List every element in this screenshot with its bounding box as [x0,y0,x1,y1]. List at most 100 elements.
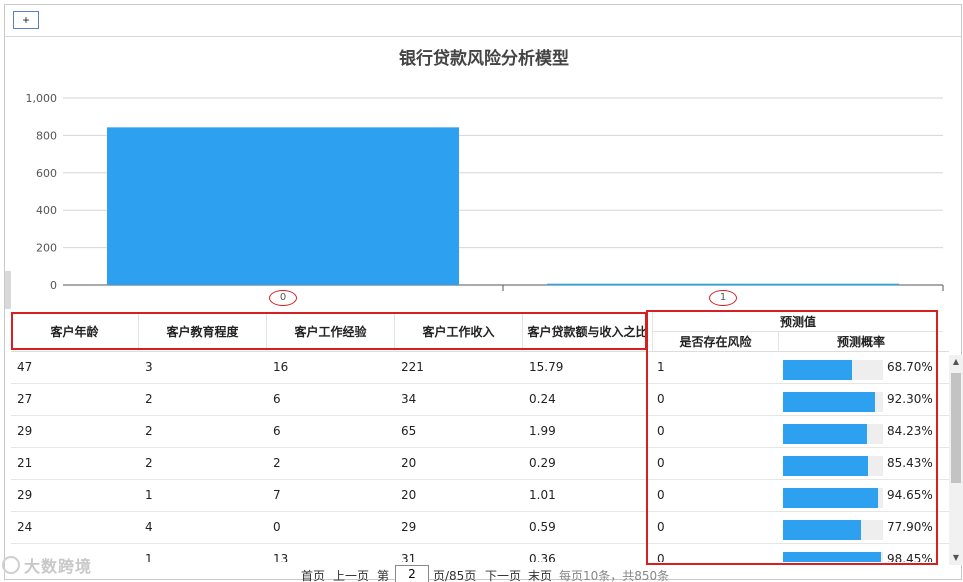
cell-income: 34 [401,392,417,406]
table-row[interactable]: 21 2 2 20 0.29 0 85.43% [11,448,949,480]
cell-loan-ratio: 0.59 [529,520,556,534]
column-header-income[interactable]: 客户工作收入 [395,312,523,352]
y-tick-label: 800 [36,129,57,142]
prev-page-link[interactable]: 上一页 [333,567,369,582]
watermark: 大数跨境 [24,557,93,576]
cell-education: 1 [145,488,153,502]
column-header-loan-ratio[interactable]: 客户贷款额与收入之比 [523,312,653,352]
cell-education: 2 [145,392,153,406]
cell-loan-ratio: 0.36 [529,552,556,562]
cell-probability: 77.90% [887,520,933,534]
cell-work-experience: 6 [273,392,281,406]
cell-risk: 0 [657,392,665,406]
cell-probability: 94.65% [887,488,933,502]
cell-probability: 85.43% [887,456,933,470]
column-header-work-experience[interactable]: 客户工作经验 [267,312,395,352]
chart-title: 银行贷款风险分析模型 [399,49,569,69]
probability-bar [783,424,883,444]
bar-category-1 [547,283,899,286]
table-body: 47 3 16 221 15.79 1 68.70% 27 2 6 34 0.24 0 92.30% 29 2… [11,352,949,562]
probability-bar [783,392,883,412]
cell-age: 27 [17,392,33,406]
cell-income: 65 [401,424,417,438]
cell-education: 4 [145,520,153,534]
scroll-thumb[interactable] [951,373,961,483]
cell-work-experience: 0 [273,520,281,534]
cell-loan-ratio: 1.01 [529,488,556,502]
table-row[interactable]: 1 13 31 0.36 0 98.45% [11,544,949,562]
cell-risk: 0 [657,488,665,502]
report-frame: + 0 200 400 600 800 1,000 银行贷款风险分析模型 客户年龄 客户教… [4,4,963,582]
cell-work-experience: 16 [273,360,289,374]
column-group-prediction: 预测值 [653,312,943,332]
table-row[interactable]: 24 4 0 29 0.59 0 77.90% [11,512,949,544]
probability-bar-fill [783,360,852,380]
first-page-link[interactable]: 首页 [301,567,325,582]
cell-loan-ratio: 0.29 [529,456,556,470]
cell-probability: 98.45% [887,552,933,562]
probability-bar-fill [783,552,882,562]
cell-risk: 0 [657,520,665,534]
cell-income: 221 [401,360,424,374]
cell-probability: 92.30% [887,392,933,406]
probability-bar-fill [783,520,861,540]
pagination: 首页 上一页 第 页/85页 下一页 末页 每页10条，共850条 [5,563,963,582]
last-page-link[interactable]: 末页 [528,567,552,582]
toolbar: + [5,5,961,37]
bar-category-0 [107,127,459,285]
category-label-1: 1 [709,290,737,306]
y-tick-label: 400 [36,204,57,217]
scroll-up-arrow-icon[interactable]: ▲ [949,355,963,369]
column-header-education[interactable]: 客户教育程度 [139,312,267,352]
cell-age: 29 [17,424,33,438]
cell-age: 47 [17,360,33,374]
cell-education: 3 [145,360,153,374]
cell-work-experience: 6 [273,424,281,438]
cell-work-experience: 7 [273,488,281,502]
cell-income: 31 [401,552,417,562]
probability-bar-fill [783,456,869,476]
y-tick-label: 0 [50,279,57,292]
page-prefix: 第 [377,569,390,582]
cell-work-experience: 2 [273,456,281,470]
y-tick-label: 200 [36,242,57,255]
probability-bar [783,488,883,508]
cell-probability: 84.23% [887,424,933,438]
probability-bar-fill [783,392,876,412]
y-tick-label: 1,000 [26,92,58,105]
table-row[interactable]: 27 2 6 34 0.24 0 92.30% [11,384,949,416]
add-button[interactable]: + [13,11,39,29]
cell-loan-ratio: 1.99 [529,424,556,438]
cell-income: 20 [401,456,417,470]
cell-loan-ratio: 0.24 [529,392,556,406]
splitter-handle[interactable] [5,271,11,309]
page-total: 页/85页 [433,569,477,582]
column-header-risk[interactable]: 是否存在风险 [653,332,779,352]
cell-work-experience: 13 [273,552,289,562]
cell-risk: 0 [657,456,665,470]
bar-chart: 0 200 400 600 800 1,000 银行贷款风险分析模型 [5,38,963,310]
cell-education: 2 [145,424,153,438]
cell-education: 1 [145,552,153,562]
cell-education: 2 [145,456,153,470]
column-header-age[interactable]: 客户年龄 [11,312,139,352]
cell-age: 21 [17,456,33,470]
table-scrollbar[interactable]: ▲ ▼ [949,355,963,565]
cell-risk: 0 [657,424,665,438]
cell-age: 29 [17,488,33,502]
cell-probability: 68.70% [887,360,933,374]
cell-loan-ratio: 15.79 [529,360,564,374]
table-header: 客户年龄 客户教育程度 客户工作经验 客户工作收入 客户贷款额与收入之比 预测值… [11,312,949,352]
prediction-table: 客户年龄 客户教育程度 客户工作经验 客户工作收入 客户贷款额与收入之比 预测值… [11,312,949,562]
category-label-0: 0 [269,290,297,306]
table-row[interactable]: 29 1 7 20 1.01 0 94.65% [11,480,949,512]
page-number-input[interactable] [395,565,429,582]
table-row[interactable]: 29 2 6 65 1.99 0 84.23% [11,416,949,448]
column-header-probability[interactable]: 预测概率 [779,332,943,352]
probability-bar-fill [783,424,868,444]
cell-income: 20 [401,488,417,502]
table-row[interactable]: 47 3 16 221 15.79 1 68.70% [11,352,949,384]
watermark-logo-icon [2,556,20,574]
chart-canvas: 0 200 400 600 800 1,000 [26,92,944,292]
next-page-link[interactable]: 下一页 [485,567,521,582]
